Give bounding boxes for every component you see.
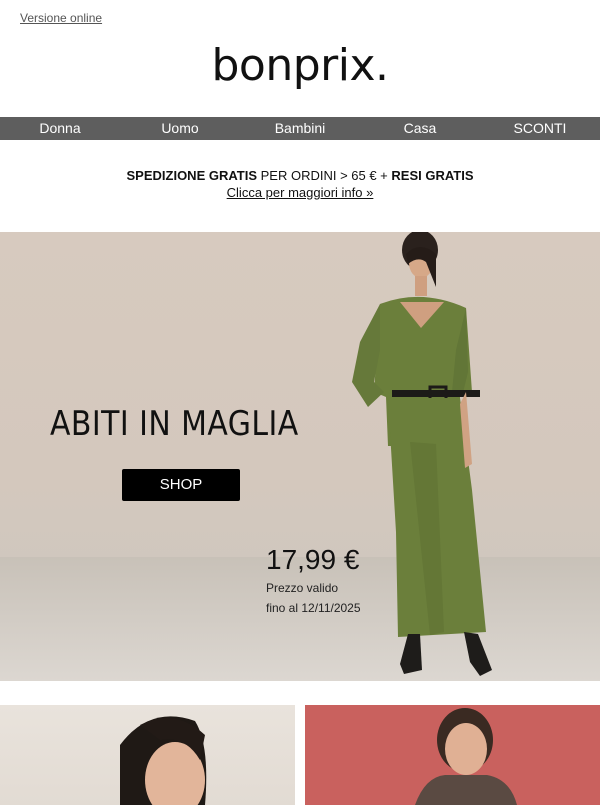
nav-item-casa[interactable]: Casa [360,117,480,140]
nav-item-donna[interactable]: Donna [0,117,120,140]
model-turtleneck-image [415,708,517,805]
returns-free-text: RESI GRATIS [391,168,474,183]
logo[interactable]: bonprix. [0,40,600,91]
shipping-banner: SPEDIZIONE GRATIS PER ORDINI > 65 € + RE… [0,167,600,201]
nav-item-uomo[interactable]: Uomo [120,117,240,140]
model-in-green-dress-image [352,232,492,676]
nav-bar: Donna Uomo Bambini Casa SCONTI [0,117,600,140]
hero-banner[interactable]: ABITI IN MAGLIA SHOP 17,99 € Prezzo vali… [0,232,600,681]
model-smiling-image [120,716,207,805]
hero-title: ABITI IN MAGLIA [50,404,299,444]
online-version-link[interactable]: Versione online [20,11,102,25]
validity-line-1: Prezzo valido [266,581,339,595]
shop-button[interactable]: SHOP [122,469,240,501]
validity-line-2: fino al 12/11/2025 [266,601,361,615]
nav-item-bambini[interactable]: Bambini [240,117,360,140]
shipping-info-link[interactable]: Clicca per maggiori info » [0,184,600,201]
logo-text: bonprix. [211,40,389,91]
shipping-free-text: SPEDIZIONE GRATIS [126,168,258,183]
price-label: 17,99 € [266,544,360,575]
product-tile-right[interactable] [305,705,600,805]
price-validity: Prezzo valido fino al 12/11/2025 [266,578,361,618]
nav-item-sconti[interactable]: SCONTI [480,117,600,140]
product-tile-left[interactable] [0,705,295,805]
shipping-condition-text: PER ORDINI > 65 € + [257,168,392,183]
